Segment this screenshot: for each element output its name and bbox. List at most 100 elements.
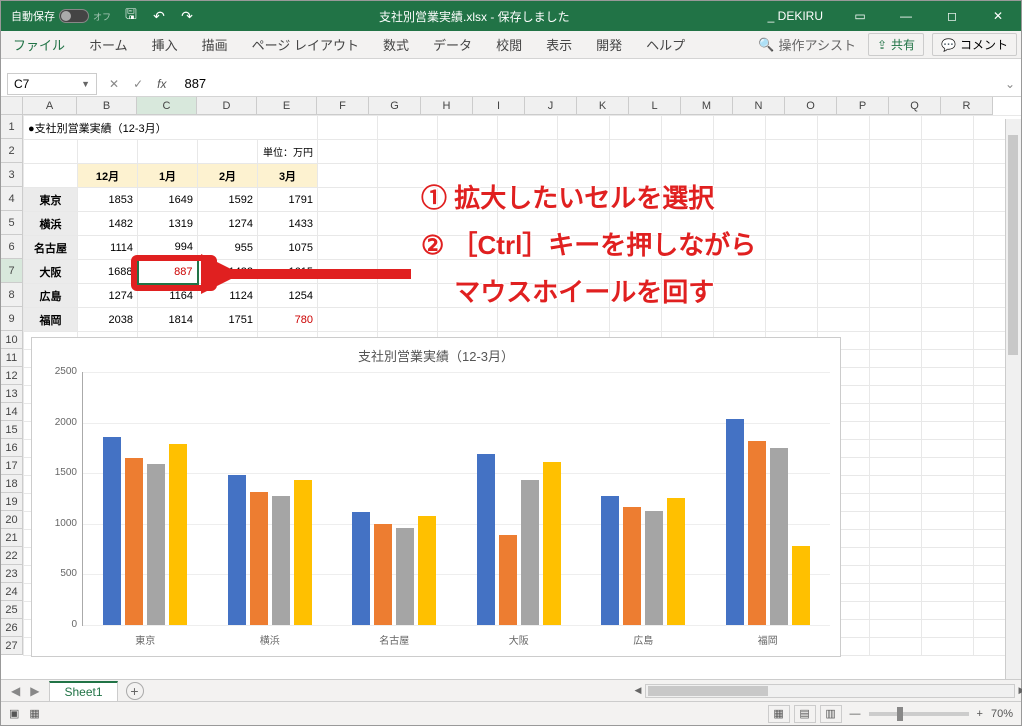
column-header[interactable]: O xyxy=(785,97,837,115)
ribbon-tab-校閲[interactable]: 校閲 xyxy=(484,35,534,54)
row-header[interactable]: 8 xyxy=(1,283,23,307)
row-header[interactable]: 3 xyxy=(1,163,23,187)
ribbon-tab-描画[interactable]: 描画 xyxy=(190,35,240,54)
row-header[interactable]: 20 xyxy=(1,511,23,529)
page-layout-view-button[interactable]: ▤ xyxy=(794,705,816,723)
expand-formula-bar-icon[interactable]: ⌄ xyxy=(999,77,1021,91)
column-header[interactable]: B xyxy=(77,97,137,115)
cell[interactable] xyxy=(922,350,974,368)
cell[interactable]: 大阪 xyxy=(24,260,78,284)
bar[interactable] xyxy=(499,535,517,625)
close-button[interactable]: ✕ xyxy=(975,1,1021,31)
row-header[interactable]: 26 xyxy=(1,619,23,637)
cell[interactable] xyxy=(922,638,974,656)
cell[interactable] xyxy=(922,440,974,458)
cell[interactable] xyxy=(318,164,378,188)
row-header[interactable]: 10 xyxy=(1,331,23,349)
cell[interactable] xyxy=(870,236,922,260)
cell[interactable] xyxy=(870,512,922,530)
scroll-left-icon[interactable]: ◀ xyxy=(631,685,645,697)
cell[interactable] xyxy=(922,548,974,566)
cell[interactable] xyxy=(870,404,922,422)
cell[interactable]: 福岡 xyxy=(24,308,78,332)
column-header[interactable]: R xyxy=(941,97,993,115)
cell[interactable] xyxy=(870,530,922,548)
bar[interactable] xyxy=(103,437,121,625)
redo-icon[interactable]: ↷ xyxy=(179,8,195,24)
column-header[interactable]: L xyxy=(629,97,681,115)
cell[interactable] xyxy=(766,284,818,308)
bar[interactable] xyxy=(125,458,143,625)
cell[interactable] xyxy=(318,308,378,332)
cell[interactable]: 1274 xyxy=(198,212,258,236)
cell[interactable] xyxy=(818,260,870,284)
cell[interactable] xyxy=(922,260,974,284)
enter-icon[interactable]: ✓ xyxy=(133,77,143,91)
cell[interactable] xyxy=(318,140,378,164)
cell[interactable]: 1274 xyxy=(78,284,138,308)
column-header[interactable]: K xyxy=(577,97,629,115)
cell[interactable] xyxy=(922,140,974,164)
cell[interactable] xyxy=(766,116,818,140)
cell[interactable] xyxy=(662,140,714,164)
row-header[interactable]: 24 xyxy=(1,583,23,601)
zoom-level[interactable]: 70% xyxy=(991,708,1013,720)
cell[interactable] xyxy=(714,140,766,164)
ribbon-tab-ホーム[interactable]: ホーム xyxy=(77,35,140,54)
cell[interactable] xyxy=(766,308,818,332)
ribbon-tab-表示[interactable]: 表示 xyxy=(534,35,584,54)
cell[interactable] xyxy=(870,368,922,386)
ribbon-tab-データ[interactable]: データ xyxy=(421,35,484,54)
cell[interactable] xyxy=(78,140,138,164)
bar[interactable] xyxy=(477,454,495,625)
name-box[interactable]: C7 ▼ xyxy=(7,73,97,95)
cell[interactable]: 1853 xyxy=(78,188,138,212)
cell[interactable]: 1月 xyxy=(138,164,198,188)
cell[interactable] xyxy=(870,620,922,638)
cell[interactable] xyxy=(766,212,818,236)
cell[interactable] xyxy=(662,116,714,140)
user-label[interactable]: _ DEKIRU xyxy=(754,9,837,23)
undo-icon[interactable]: ↶ xyxy=(151,8,167,24)
vertical-scrollbar[interactable] xyxy=(1005,119,1021,679)
cell[interactable] xyxy=(818,140,870,164)
cell[interactable]: 1319 xyxy=(138,212,198,236)
fx-icon[interactable]: fx xyxy=(157,77,166,91)
bar[interactable] xyxy=(792,546,810,625)
select-all-triangle[interactable] xyxy=(1,97,23,115)
cell[interactable]: 2月 xyxy=(198,164,258,188)
row-header[interactable]: 21 xyxy=(1,529,23,547)
cell[interactable] xyxy=(922,164,974,188)
cell[interactable]: 単位：万円 xyxy=(258,140,318,164)
scroll-right-icon[interactable]: ▶ xyxy=(1015,685,1022,697)
cell[interactable]: 1114 xyxy=(78,236,138,260)
cell[interactable] xyxy=(922,212,974,236)
record-macro-icon[interactable]: ▣ xyxy=(9,707,19,720)
bar[interactable] xyxy=(623,507,641,625)
cell[interactable] xyxy=(138,140,198,164)
chevron-down-icon[interactable]: ▼ xyxy=(81,79,90,89)
ribbon-tab-挿入[interactable]: 挿入 xyxy=(140,35,190,54)
autosave-toggle[interactable]: 自動保存 オフ xyxy=(11,8,111,24)
bar[interactable] xyxy=(250,492,268,625)
column-header[interactable]: N xyxy=(733,97,785,115)
save-icon[interactable]: 🖫 xyxy=(123,8,139,24)
cell[interactable] xyxy=(870,308,922,332)
cell[interactable] xyxy=(870,584,922,602)
zoom-slider[interactable] xyxy=(869,712,969,716)
column-header[interactable]: J xyxy=(525,97,577,115)
ribbon-tab-ファイル[interactable]: ファイル xyxy=(1,35,77,54)
bar[interactable] xyxy=(601,496,619,625)
cell[interactable] xyxy=(818,212,870,236)
column-header[interactable]: D xyxy=(197,97,257,115)
cell[interactable] xyxy=(922,422,974,440)
zoom-out-button[interactable]: — xyxy=(850,708,861,720)
cell[interactable]: 1649 xyxy=(138,188,198,212)
cell[interactable]: 1791 xyxy=(258,188,318,212)
cell[interactable] xyxy=(870,188,922,212)
row-header[interactable]: 23 xyxy=(1,565,23,583)
cell[interactable] xyxy=(870,494,922,512)
sheet-tab[interactable]: Sheet1 xyxy=(49,681,117,701)
cell[interactable] xyxy=(558,116,610,140)
formula-input[interactable] xyxy=(178,73,999,95)
